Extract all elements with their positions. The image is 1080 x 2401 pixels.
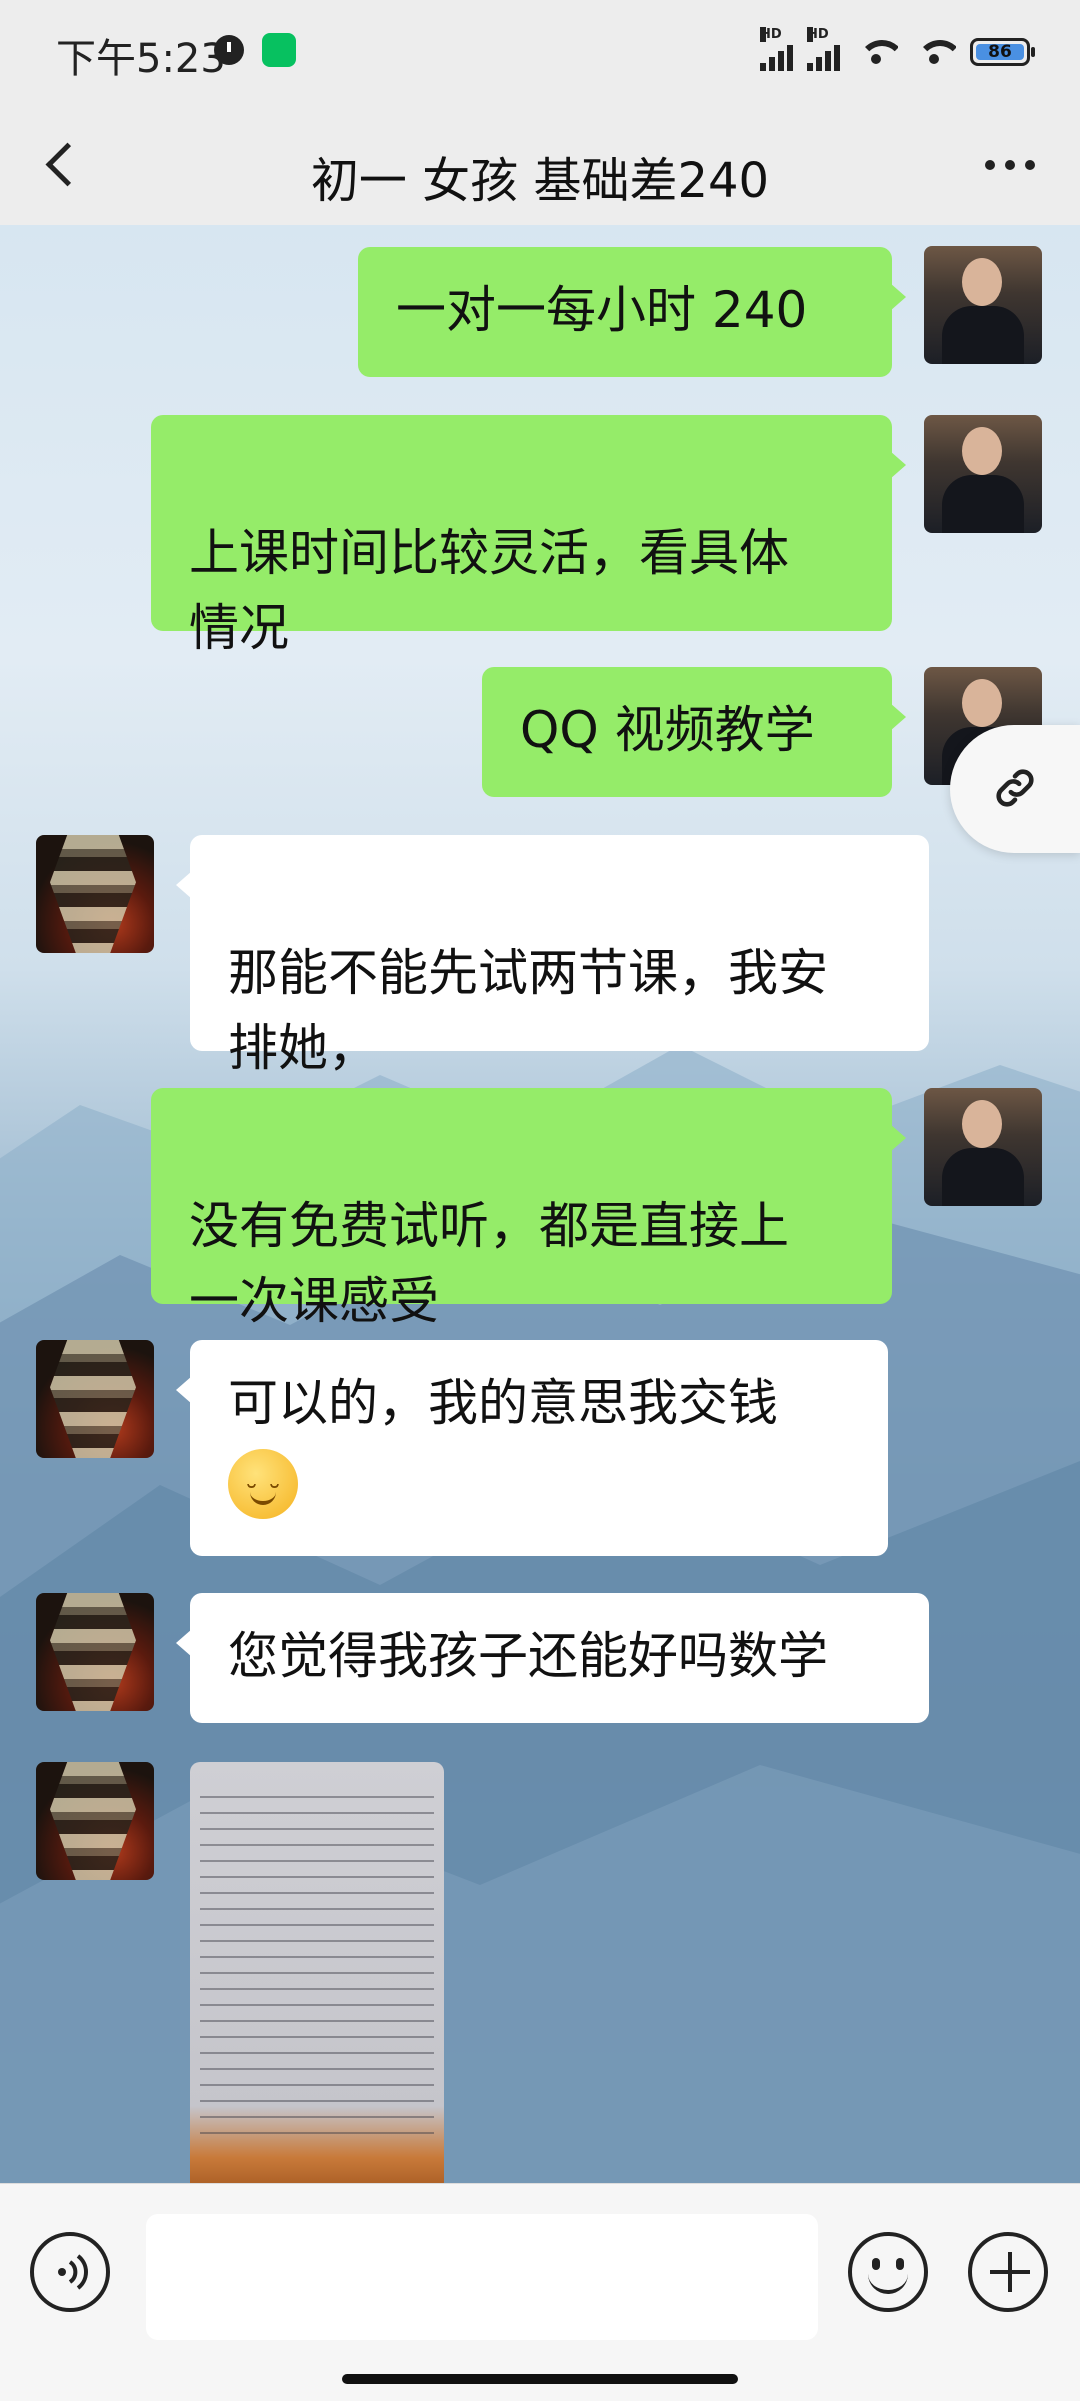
chat-area[interactable]: 一对一每小时 240 上课时间比较灵活，看具体 情况 QQ 视频教学 那能不能先…: [0, 225, 1080, 2183]
alarm-icon: [214, 35, 244, 65]
contact-avatar[interactable]: [36, 1593, 154, 1711]
chat-title: 初一 女孩 基础差240: [310, 153, 770, 209]
wechat-notification-icon: [262, 33, 296, 67]
my-avatar[interactable]: [924, 415, 1042, 533]
my-avatar[interactable]: [924, 246, 1042, 364]
hd-label-2: HD: [807, 27, 829, 42]
my-avatar[interactable]: [924, 1088, 1042, 1206]
status-indicators: HD HD 86: [760, 27, 1035, 74]
message-bubble[interactable]: 没有免费试听，都是直接上 一次课感受: [151, 1088, 906, 1330]
message-bubble[interactable]: 可以的，我的意思我交钱: [176, 1340, 888, 1556]
shy-smile-emoji-icon: [228, 1448, 298, 1534]
voice-icon[interactable]: [30, 2232, 110, 2312]
chat-header: 初一 女孩 基础差240: [0, 105, 1080, 225]
hd-label: HD: [760, 27, 782, 42]
message-bubble[interactable]: 一对一每小时 240: [358, 247, 906, 377]
message-text: 可以的，我的意思我交钱: [228, 1374, 778, 1432]
message-bubble[interactable]: 那能不能先试两节课，我安 排她，: [176, 835, 929, 1077]
more-icon[interactable]: [970, 135, 1050, 195]
contact-avatar[interactable]: [36, 835, 154, 953]
home-indicator[interactable]: [342, 2374, 738, 2384]
message-text: 一对一每小时 240: [396, 281, 808, 339]
message-text: 上课时间比较灵活，看具体 情况: [189, 524, 789, 657]
message-text: QQ 视频教学: [520, 701, 815, 759]
input-bar: [0, 2183, 1080, 2401]
message-bubble[interactable]: 您觉得我孩子还能好吗数学: [176, 1593, 929, 1723]
link-icon: [996, 769, 1034, 807]
status-bar: 下午5:23 HD HD 86: [0, 0, 1080, 105]
wifi-icon-2: [912, 36, 956, 68]
wifi-icon: [854, 36, 898, 68]
message-bubble[interactable]: QQ 视频教学: [482, 667, 906, 797]
cellular-signal-icon: HD: [760, 27, 793, 71]
contact-avatar[interactable]: [36, 1340, 154, 1458]
plus-icon[interactable]: [968, 2232, 1048, 2312]
emoji-icon[interactable]: [848, 2232, 928, 2312]
battery-icon: 86: [970, 38, 1035, 66]
cellular-signal-icon-2: HD: [807, 27, 840, 71]
message-input[interactable]: [146, 2214, 818, 2340]
homework-photo[interactable]: [190, 1762, 444, 2183]
battery-level: 86: [988, 42, 1012, 62]
contact-avatar[interactable]: [36, 1762, 154, 1880]
status-time: 下午5:23: [56, 36, 226, 82]
message-bubble[interactable]: 上课时间比较灵活，看具体 情况: [151, 415, 906, 657]
link-button[interactable]: [950, 725, 1080, 853]
message-text: 您觉得我孩子还能好吗数学: [228, 1627, 828, 1685]
